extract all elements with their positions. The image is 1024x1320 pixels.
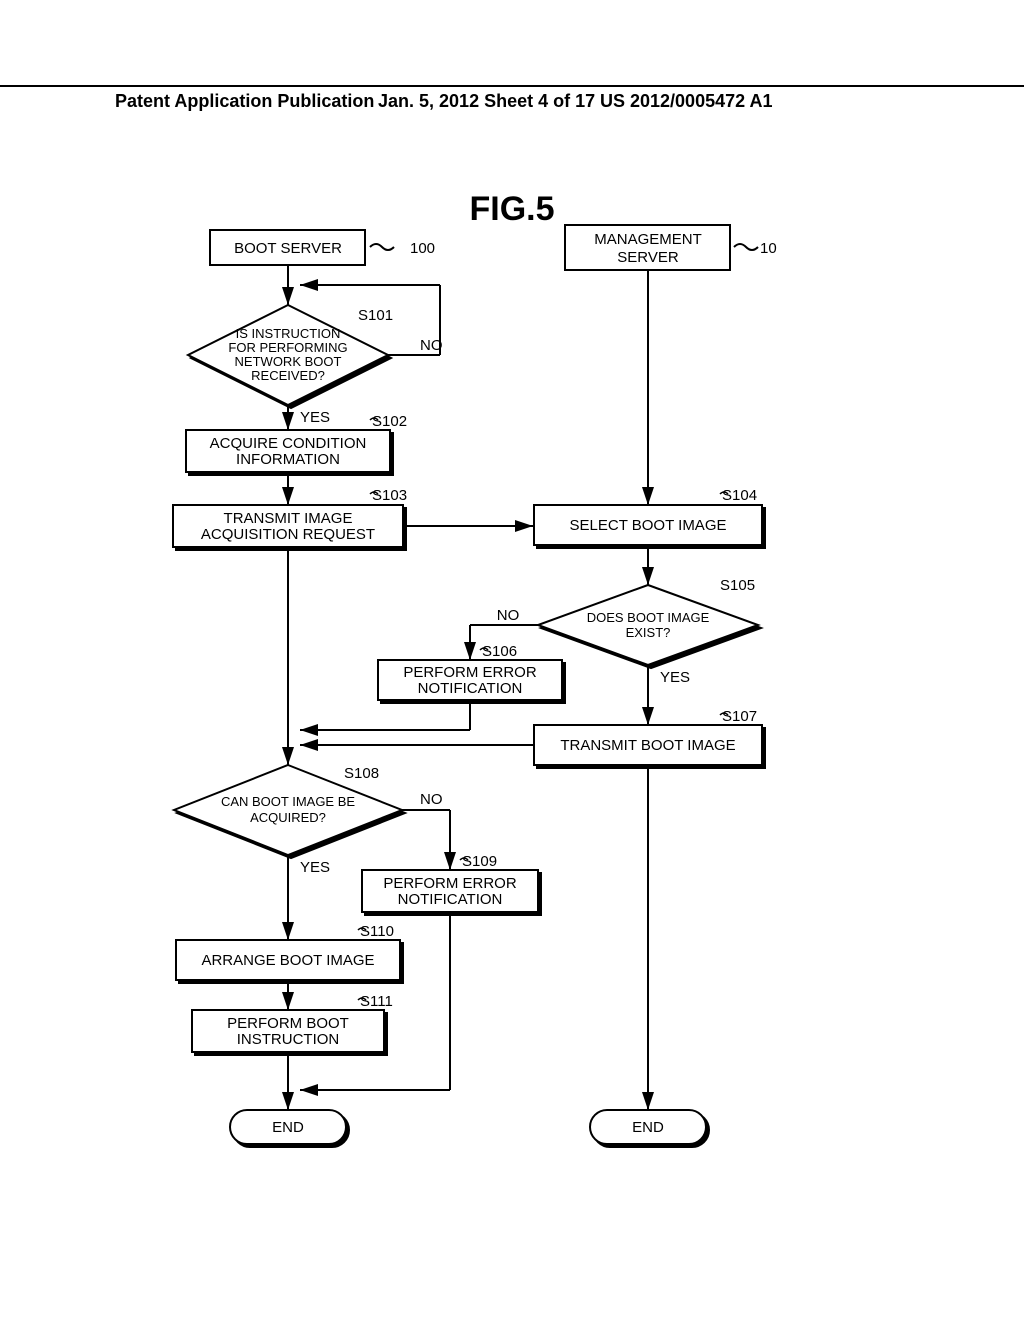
q101-l3: NETWORK BOOT [235,354,342,369]
p107: TRANSMIT BOOT IMAGE [560,737,735,754]
p106-l2: NOTIFICATION [418,680,523,697]
q105-l2: EXIST? [626,625,671,640]
header-right: US 2012/0005472 A1 [600,91,772,112]
p111-l1: PERFORM BOOT [227,1015,349,1032]
q105-l1: DOES BOOT IMAGE [587,610,710,625]
q101-l1: IS INSTRUCTION [236,326,341,341]
p103-l2: ACQUISITION REQUEST [201,526,375,543]
header-mid: Jan. 5, 2012 Sheet 4 of 17 [378,91,595,112]
q108-l2: ACQUIRED? [250,810,326,825]
p111-l2: INSTRUCTION [237,1031,340,1048]
q108-yes: YES [300,859,330,876]
q101-l2: FOR PERFORMING [228,340,347,355]
p104: SELECT BOOT IMAGE [570,517,727,534]
p102-l2: INFORMATION [236,451,340,468]
s101-label: S101 [358,307,393,324]
s107-label: S107 [722,708,757,725]
s103-label: S103 [372,487,407,504]
q105-yes: YES [660,669,690,686]
s108-label: S108 [344,765,379,782]
q108-no: NO [420,791,443,808]
q101-yes: YES [300,409,330,426]
s104-label: S104 [722,487,757,504]
p109-l2: NOTIFICATION [398,891,503,908]
flowchart: BOOT SERVER MANAGEMENT SERVER 100 10 S10… [120,210,840,1170]
mgmt-server-label-l2: SERVER [617,249,679,266]
q101-l4: RECEIVED? [251,368,325,383]
q101-no: NO [420,337,443,354]
boot-server-label: BOOT SERVER [234,240,342,257]
header-left: Patent Application Publication [115,91,374,112]
s106-label: S106 [482,643,517,660]
end-left: END [272,1119,304,1136]
q105-no: NO [497,607,520,624]
p103-l1: TRANSMIT IMAGE [224,510,353,527]
s102-label: S102 [372,413,407,430]
p109-l1: PERFORM ERROR [383,875,517,892]
mgmt-server-label-l1: MANAGEMENT [594,231,702,248]
p110: ARRANGE BOOT IMAGE [201,952,374,969]
ref-100: 100 [410,240,435,257]
ref-10: 10 [760,240,777,257]
page-header: Patent Application Publication Jan. 5, 2… [0,85,1024,91]
end-right: END [632,1119,664,1136]
s110-label: S110 [360,923,394,940]
p102-l1: ACQUIRE CONDITION [210,435,367,452]
p106-l1: PERFORM ERROR [403,664,537,681]
s105-label: S105 [720,577,755,594]
s111-label: S111 [360,993,393,1010]
s109-label: S109 [462,853,497,870]
q108-l1: CAN BOOT IMAGE BE [221,794,355,809]
